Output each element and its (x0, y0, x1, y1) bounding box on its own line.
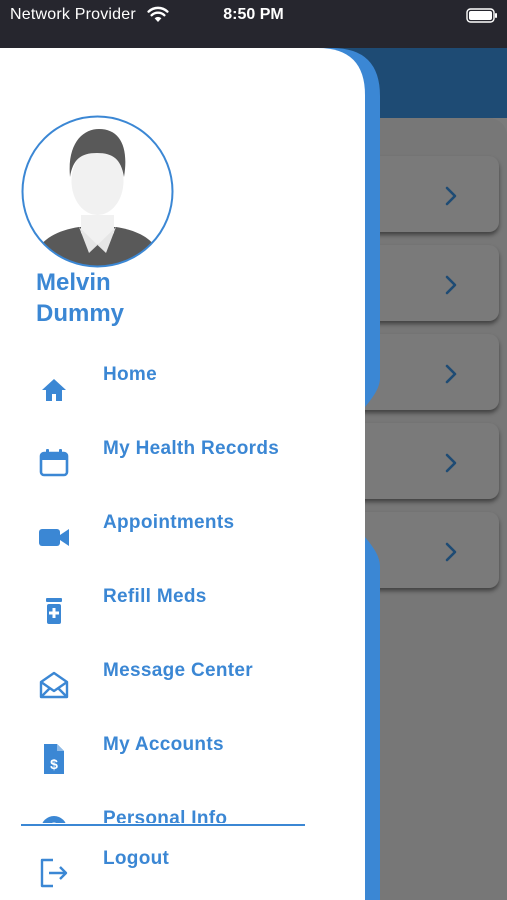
menu-label: Message Center (103, 660, 253, 681)
envelope-icon (39, 671, 69, 699)
chevron-right-icon (445, 275, 457, 295)
home-icon (42, 379, 66, 401)
chevron-right-icon (445, 364, 457, 384)
user-first-name: Melvin (36, 269, 111, 296)
avatar[interactable] (21, 115, 174, 268)
menu-label: Appointments (103, 512, 235, 533)
chevron-right-icon (445, 453, 457, 473)
logout-label: Logout (103, 848, 170, 869)
drawer-drag-handle[interactable] (352, 406, 360, 453)
battery-icon (466, 8, 497, 23)
person-icon (42, 816, 66, 823)
user-name: Melvin Dummy (36, 267, 236, 329)
menu-label: My Health Records (103, 438, 280, 459)
status-bar: Network Provider 8:50 PM (0, 0, 507, 48)
menu-label: Home (103, 364, 157, 385)
menu-item-home[interactable]: Home (0, 364, 330, 414)
clock: 8:50 PM (223, 6, 284, 23)
chevron-right-icon (445, 542, 457, 562)
pill-bottle-icon (46, 598, 62, 624)
menu-item-refill-meds[interactable]: Refill Meds (0, 586, 330, 636)
logout-icon (40, 858, 68, 888)
video-camera-icon (39, 529, 69, 546)
menu-label: Personal Info (103, 808, 228, 823)
user-last-name: Dummy (36, 300, 125, 327)
logout-button[interactable]: Logout (0, 848, 330, 898)
menu-item-appointments[interactable]: Appointments (0, 512, 330, 562)
chevron-right-icon (445, 186, 457, 206)
calendar-icon (39, 449, 69, 477)
navigation-drawer: Melvin Dummy Home My Health Records Appo… (0, 48, 365, 900)
menu-divider (21, 824, 305, 826)
menu-scroll-clip: Personal Info (0, 748, 330, 823)
menu-item-message-center[interactable]: Message Center (0, 660, 330, 710)
menu-item-personal-info[interactable]: Personal Info (0, 808, 330, 823)
menu-item-health-records[interactable]: My Health Records (0, 438, 330, 488)
menu-label: Refill Meds (103, 586, 207, 607)
